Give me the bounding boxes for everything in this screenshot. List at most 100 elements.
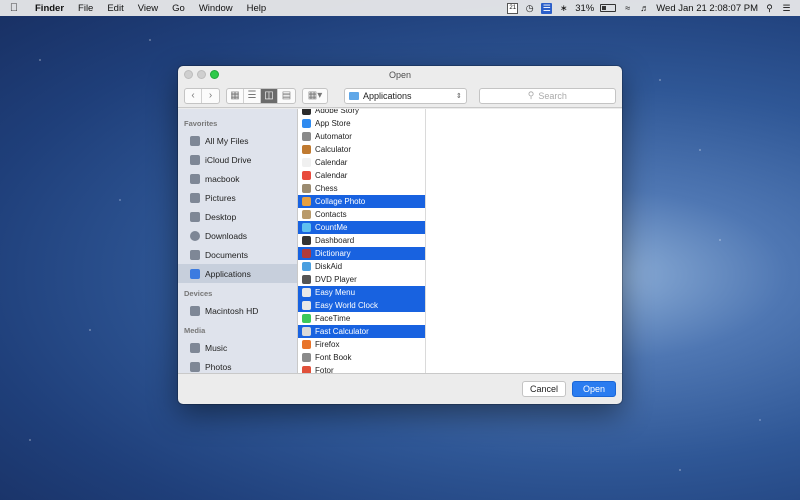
minimize-button[interactable] — [197, 70, 206, 79]
sidebar-item-macbook[interactable]: macbook — [178, 169, 297, 188]
sidebar-item-photos[interactable]: Photos — [178, 357, 297, 373]
wifi-icon[interactable]: ≈ — [622, 3, 633, 14]
zoom-button[interactable] — [210, 70, 219, 79]
home-icon — [190, 173, 200, 184]
list-item[interactable]: Calendar — [298, 156, 425, 169]
app-icon — [302, 223, 311, 232]
menubar-clock[interactable]: Wed Jan 21 2:08:07 PM — [656, 3, 758, 14]
column-view-button[interactable]: ◫ — [261, 88, 278, 103]
applications-column[interactable]: Adobe Story App Store Automator Calculator C… — [298, 109, 426, 373]
navigation-buttons: ‹ › — [184, 87, 220, 104]
sidebar-item-macintosh-hd[interactable]: Macintosh HD — [178, 301, 297, 320]
sidebar-item-icloud-drive[interactable]: iCloud Drive — [178, 150, 297, 169]
sidebar-item-label: Documents — [205, 249, 248, 260]
list-item[interactable]: Font Book — [298, 351, 425, 364]
app-name: FaceTime — [315, 314, 351, 323]
app-name: App Store — [315, 119, 351, 128]
sidebar-item-label: iCloud Drive — [205, 154, 252, 165]
list-item[interactable]: Fotor — [298, 364, 425, 373]
app-icon — [302, 353, 311, 362]
dialog-footer: Cancel Open — [178, 373, 622, 404]
app-name: Automator — [315, 132, 352, 141]
sidebar-item-music[interactable]: Music — [178, 338, 297, 357]
open-button[interactable]: Open — [572, 381, 616, 397]
cloud-icon — [190, 154, 200, 165]
app-icon — [302, 314, 311, 323]
list-item[interactable]: Fast Calculator — [298, 325, 425, 338]
arrange-icon: ▦▾ — [307, 90, 323, 101]
music-icon — [190, 342, 200, 353]
list-view-button[interactable]: ☰ — [244, 88, 261, 103]
apple-menu-icon[interactable]:  — [0, 2, 28, 14]
search-field[interactable]: ⚲ Search — [478, 87, 616, 104]
sidebar-item-desktop[interactable]: Desktop — [178, 207, 297, 226]
app-icon — [302, 145, 311, 154]
list-item[interactable]: DVD Player — [298, 273, 425, 286]
list-item[interactable]: Automator — [298, 130, 425, 143]
list-item[interactable]: Collage Photo — [298, 195, 425, 208]
list-item[interactable]: Dashboard — [298, 234, 425, 247]
list-item[interactable]: Adobe Story — [298, 109, 425, 117]
app-name: Adobe Story — [315, 109, 360, 115]
list-item[interactable]: Firefox — [298, 338, 425, 351]
menu-file[interactable]: File — [71, 3, 100, 14]
list-item[interactable]: Easy World Clock — [298, 299, 425, 312]
forward-button[interactable]: › — [202, 89, 219, 103]
location-popup[interactable]: Applications ⇕ — [344, 87, 467, 104]
icon-view-button[interactable]: ▦ — [227, 88, 244, 103]
list-item[interactable]: Easy Menu — [298, 286, 425, 299]
app-icon — [302, 275, 311, 284]
app-icon — [302, 236, 311, 245]
app-name: Firefox — [315, 340, 340, 349]
download-icon — [190, 230, 200, 241]
list-item[interactable]: FaceTime — [298, 312, 425, 325]
list-item[interactable]: DiskAid — [298, 260, 425, 273]
list-item[interactable]: Dictionary — [298, 247, 425, 260]
app-name: Calendar — [315, 171, 348, 180]
calendar-icon[interactable]: 21 — [507, 2, 519, 14]
sidebar-item-label: All My Files — [205, 135, 249, 146]
close-button[interactable] — [184, 70, 193, 79]
menu-view[interactable]: View — [131, 3, 165, 14]
app-name: Easy World Clock — [315, 301, 378, 310]
menu-finder[interactable]: Finder — [28, 3, 71, 14]
app-name: Contacts — [315, 210, 347, 219]
app-icon — [302, 119, 311, 128]
menu-go[interactable]: Go — [165, 3, 192, 14]
list-item[interactable]: CountMe — [298, 221, 425, 234]
easy-menu-icon[interactable]: ☰ — [541, 2, 553, 14]
notification-center-icon[interactable]: ☰ — [781, 3, 792, 14]
app-icon — [302, 366, 311, 373]
menu-window[interactable]: Window — [192, 3, 240, 14]
battery-icon[interactable] — [600, 4, 617, 12]
back-button[interactable]: ‹ — [185, 88, 202, 103]
app-name: Calculator — [315, 145, 352, 154]
cancel-button[interactable]: Cancel — [522, 381, 566, 397]
camera-icon — [190, 192, 200, 203]
app-name: CountMe — [315, 223, 348, 232]
spotlight-search-icon[interactable]: ⚲ — [764, 3, 775, 14]
app-list: Adobe Story App Store Automator Calculator C… — [298, 109, 425, 373]
arrange-button[interactable]: ▦▾ — [302, 87, 328, 104]
toolbar: ‹ › ▦ ☰ ◫ ▤ ▦▾ Applications ⇕ ⚲ Search — [178, 84, 622, 108]
volume-icon[interactable]: ♬ — [639, 3, 650, 14]
sidebar-item-documents[interactable]: Documents — [178, 245, 297, 264]
list-item[interactable]: Chess — [298, 182, 425, 195]
sidebar-item-downloads[interactable]: Downloads — [178, 226, 297, 245]
menu-help[interactable]: Help — [240, 3, 274, 14]
menu-edit[interactable]: Edit — [100, 3, 130, 14]
sidebar-item-label: Macintosh HD — [205, 305, 259, 316]
sidebar-item-label: Applications — [205, 268, 251, 279]
app-icon — [302, 249, 311, 258]
list-item[interactable]: App Store — [298, 117, 425, 130]
sidebar-item-all-my-files[interactable]: All My Files — [178, 131, 297, 150]
cover-flow-button[interactable]: ▤ — [278, 89, 295, 103]
clock-icon[interactable]: ◷ — [524, 3, 535, 14]
list-item[interactable]: Calculator — [298, 143, 425, 156]
sidebar-item-pictures[interactable]: Pictures — [178, 188, 297, 207]
list-item[interactable]: Contacts — [298, 208, 425, 221]
sidebar-item-applications[interactable]: Applications — [178, 264, 297, 283]
list-item[interactable]: Calendar — [298, 169, 425, 182]
document-icon — [190, 249, 200, 260]
bluetooth-icon[interactable]: ∗ — [558, 3, 569, 14]
